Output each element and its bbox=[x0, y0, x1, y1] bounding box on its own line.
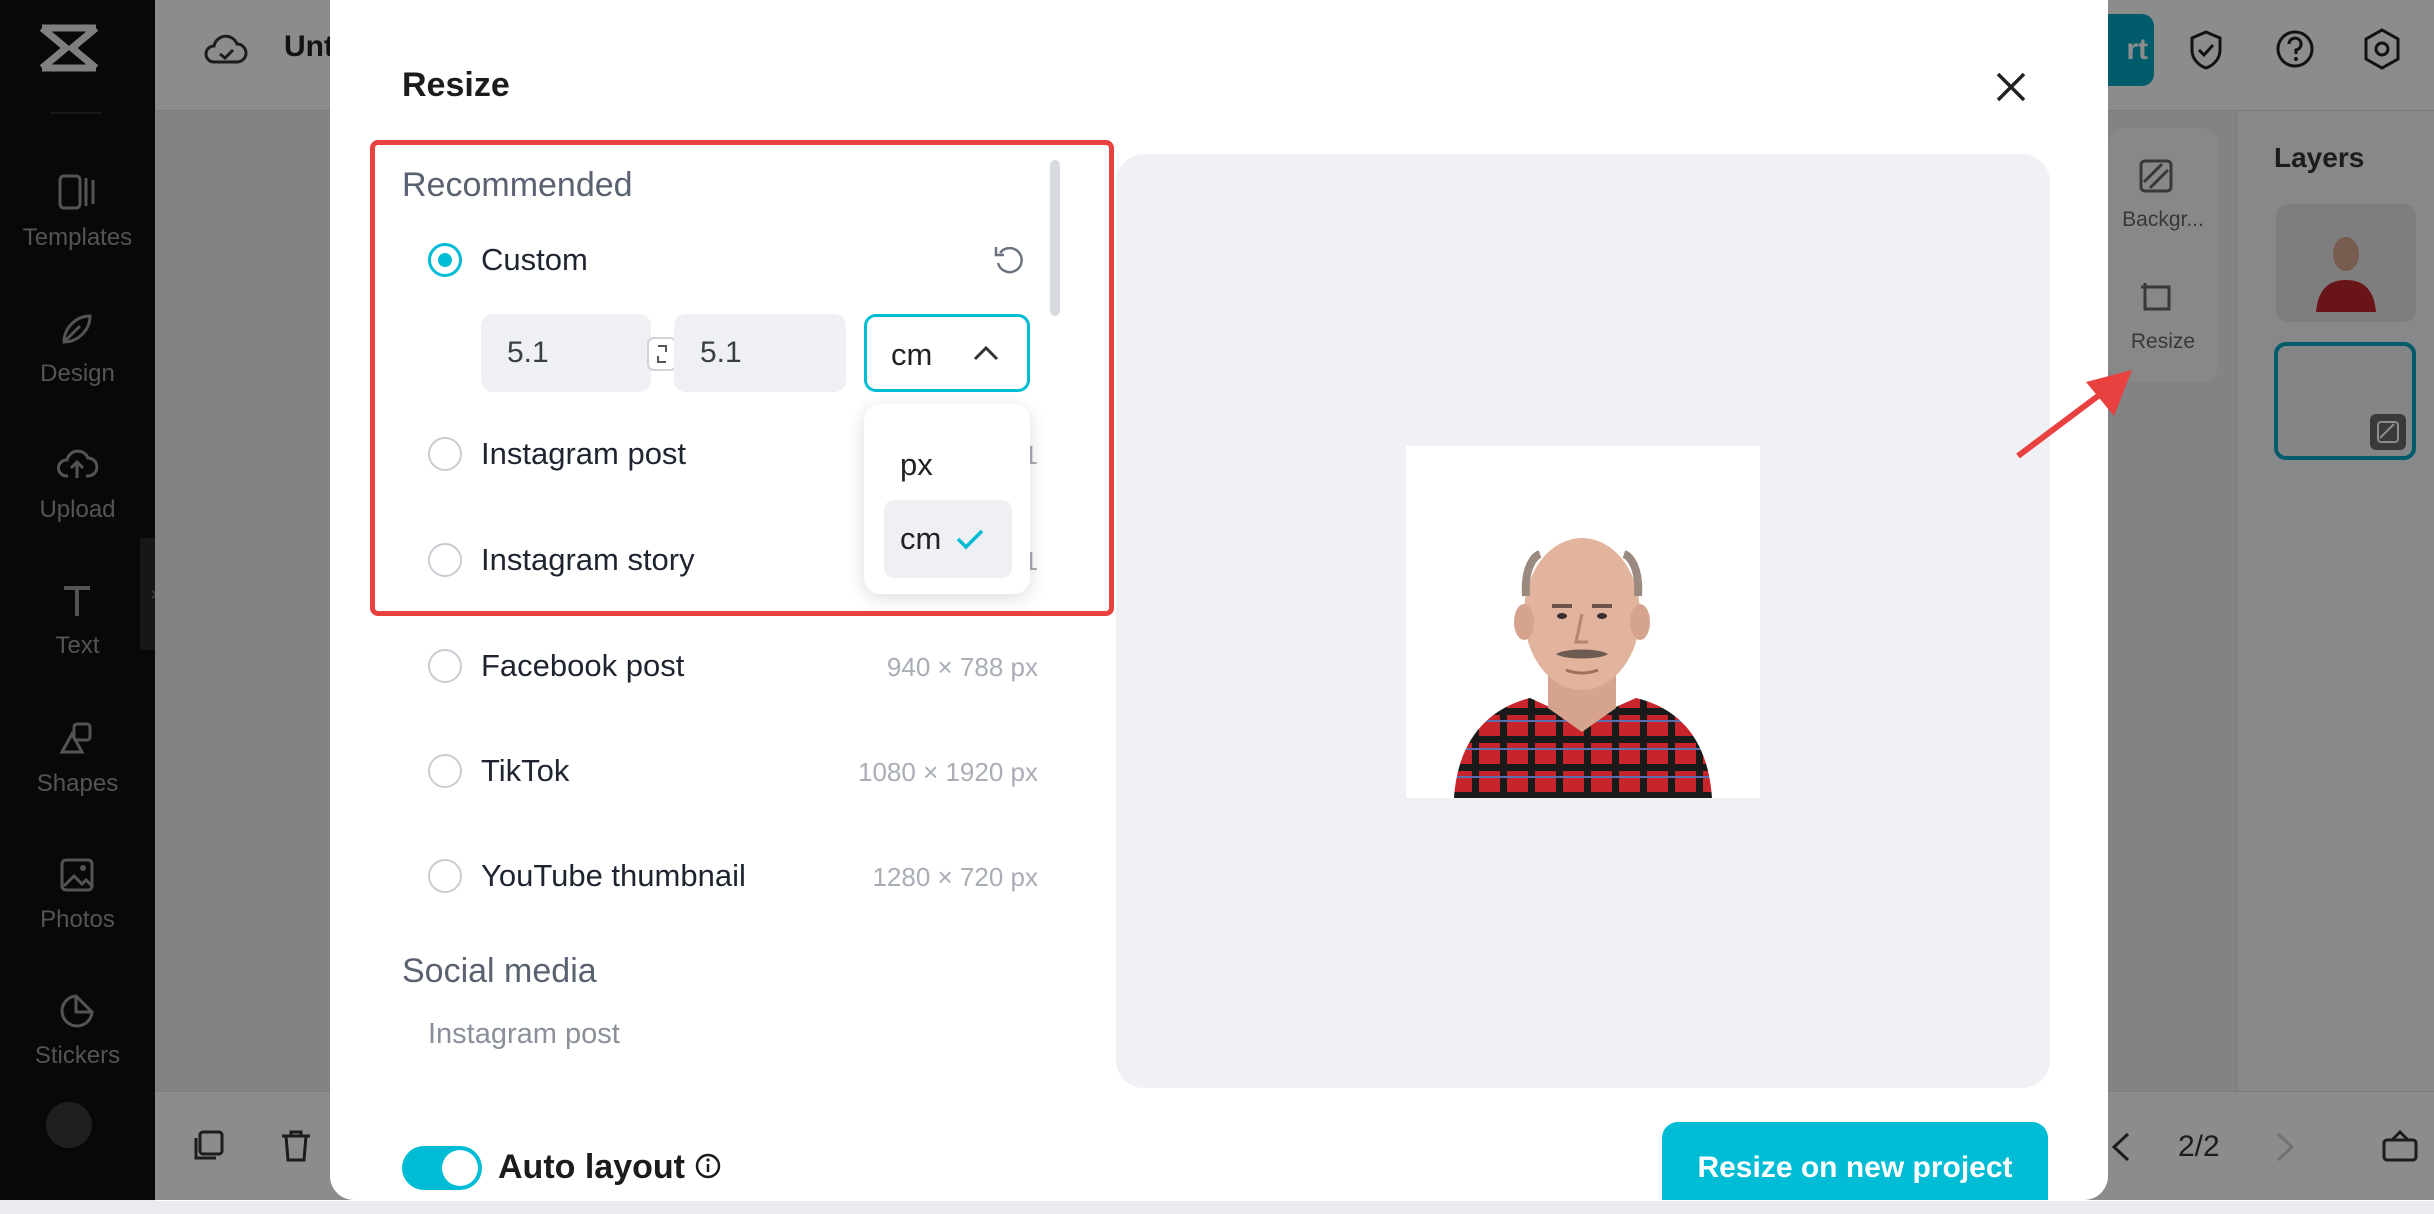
preset-radio[interactable] bbox=[428, 859, 462, 893]
resize-on-new-project-button[interactable]: Resize on new project bbox=[1662, 1122, 2048, 1200]
preset-size: 1080 × 1920 px bbox=[858, 757, 1038, 787]
close-icon[interactable] bbox=[1990, 66, 2032, 108]
social-media-item[interactable]: Instagram post bbox=[428, 1018, 620, 1051]
auto-layout-label: Auto layout bbox=[498, 1148, 685, 1186]
preset-label-tiktok[interactable]: TikTok bbox=[481, 753, 569, 789]
preset-size: 940 × 788 px bbox=[886, 652, 1038, 682]
preset-radio[interactable] bbox=[428, 649, 462, 683]
person-portrait-image bbox=[1454, 538, 1712, 798]
annotation-arrow-icon bbox=[2016, 370, 2132, 459]
preset-label-youtube-thumbnail[interactable]: YouTube thumbnail bbox=[481, 858, 746, 894]
preset-radio[interactable] bbox=[428, 754, 462, 788]
dialog-title: Resize bbox=[402, 66, 510, 104]
portrait-photo bbox=[1406, 446, 1760, 798]
social-media-section-title: Social media bbox=[402, 952, 597, 990]
info-icon[interactable] bbox=[694, 1152, 722, 1180]
auto-layout-toggle[interactable] bbox=[402, 1146, 482, 1190]
preset-label-facebook-post[interactable]: Facebook post bbox=[481, 648, 684, 684]
highlight-annotation bbox=[370, 140, 1114, 616]
preset-size: 1280 × 720 px bbox=[872, 862, 1038, 892]
